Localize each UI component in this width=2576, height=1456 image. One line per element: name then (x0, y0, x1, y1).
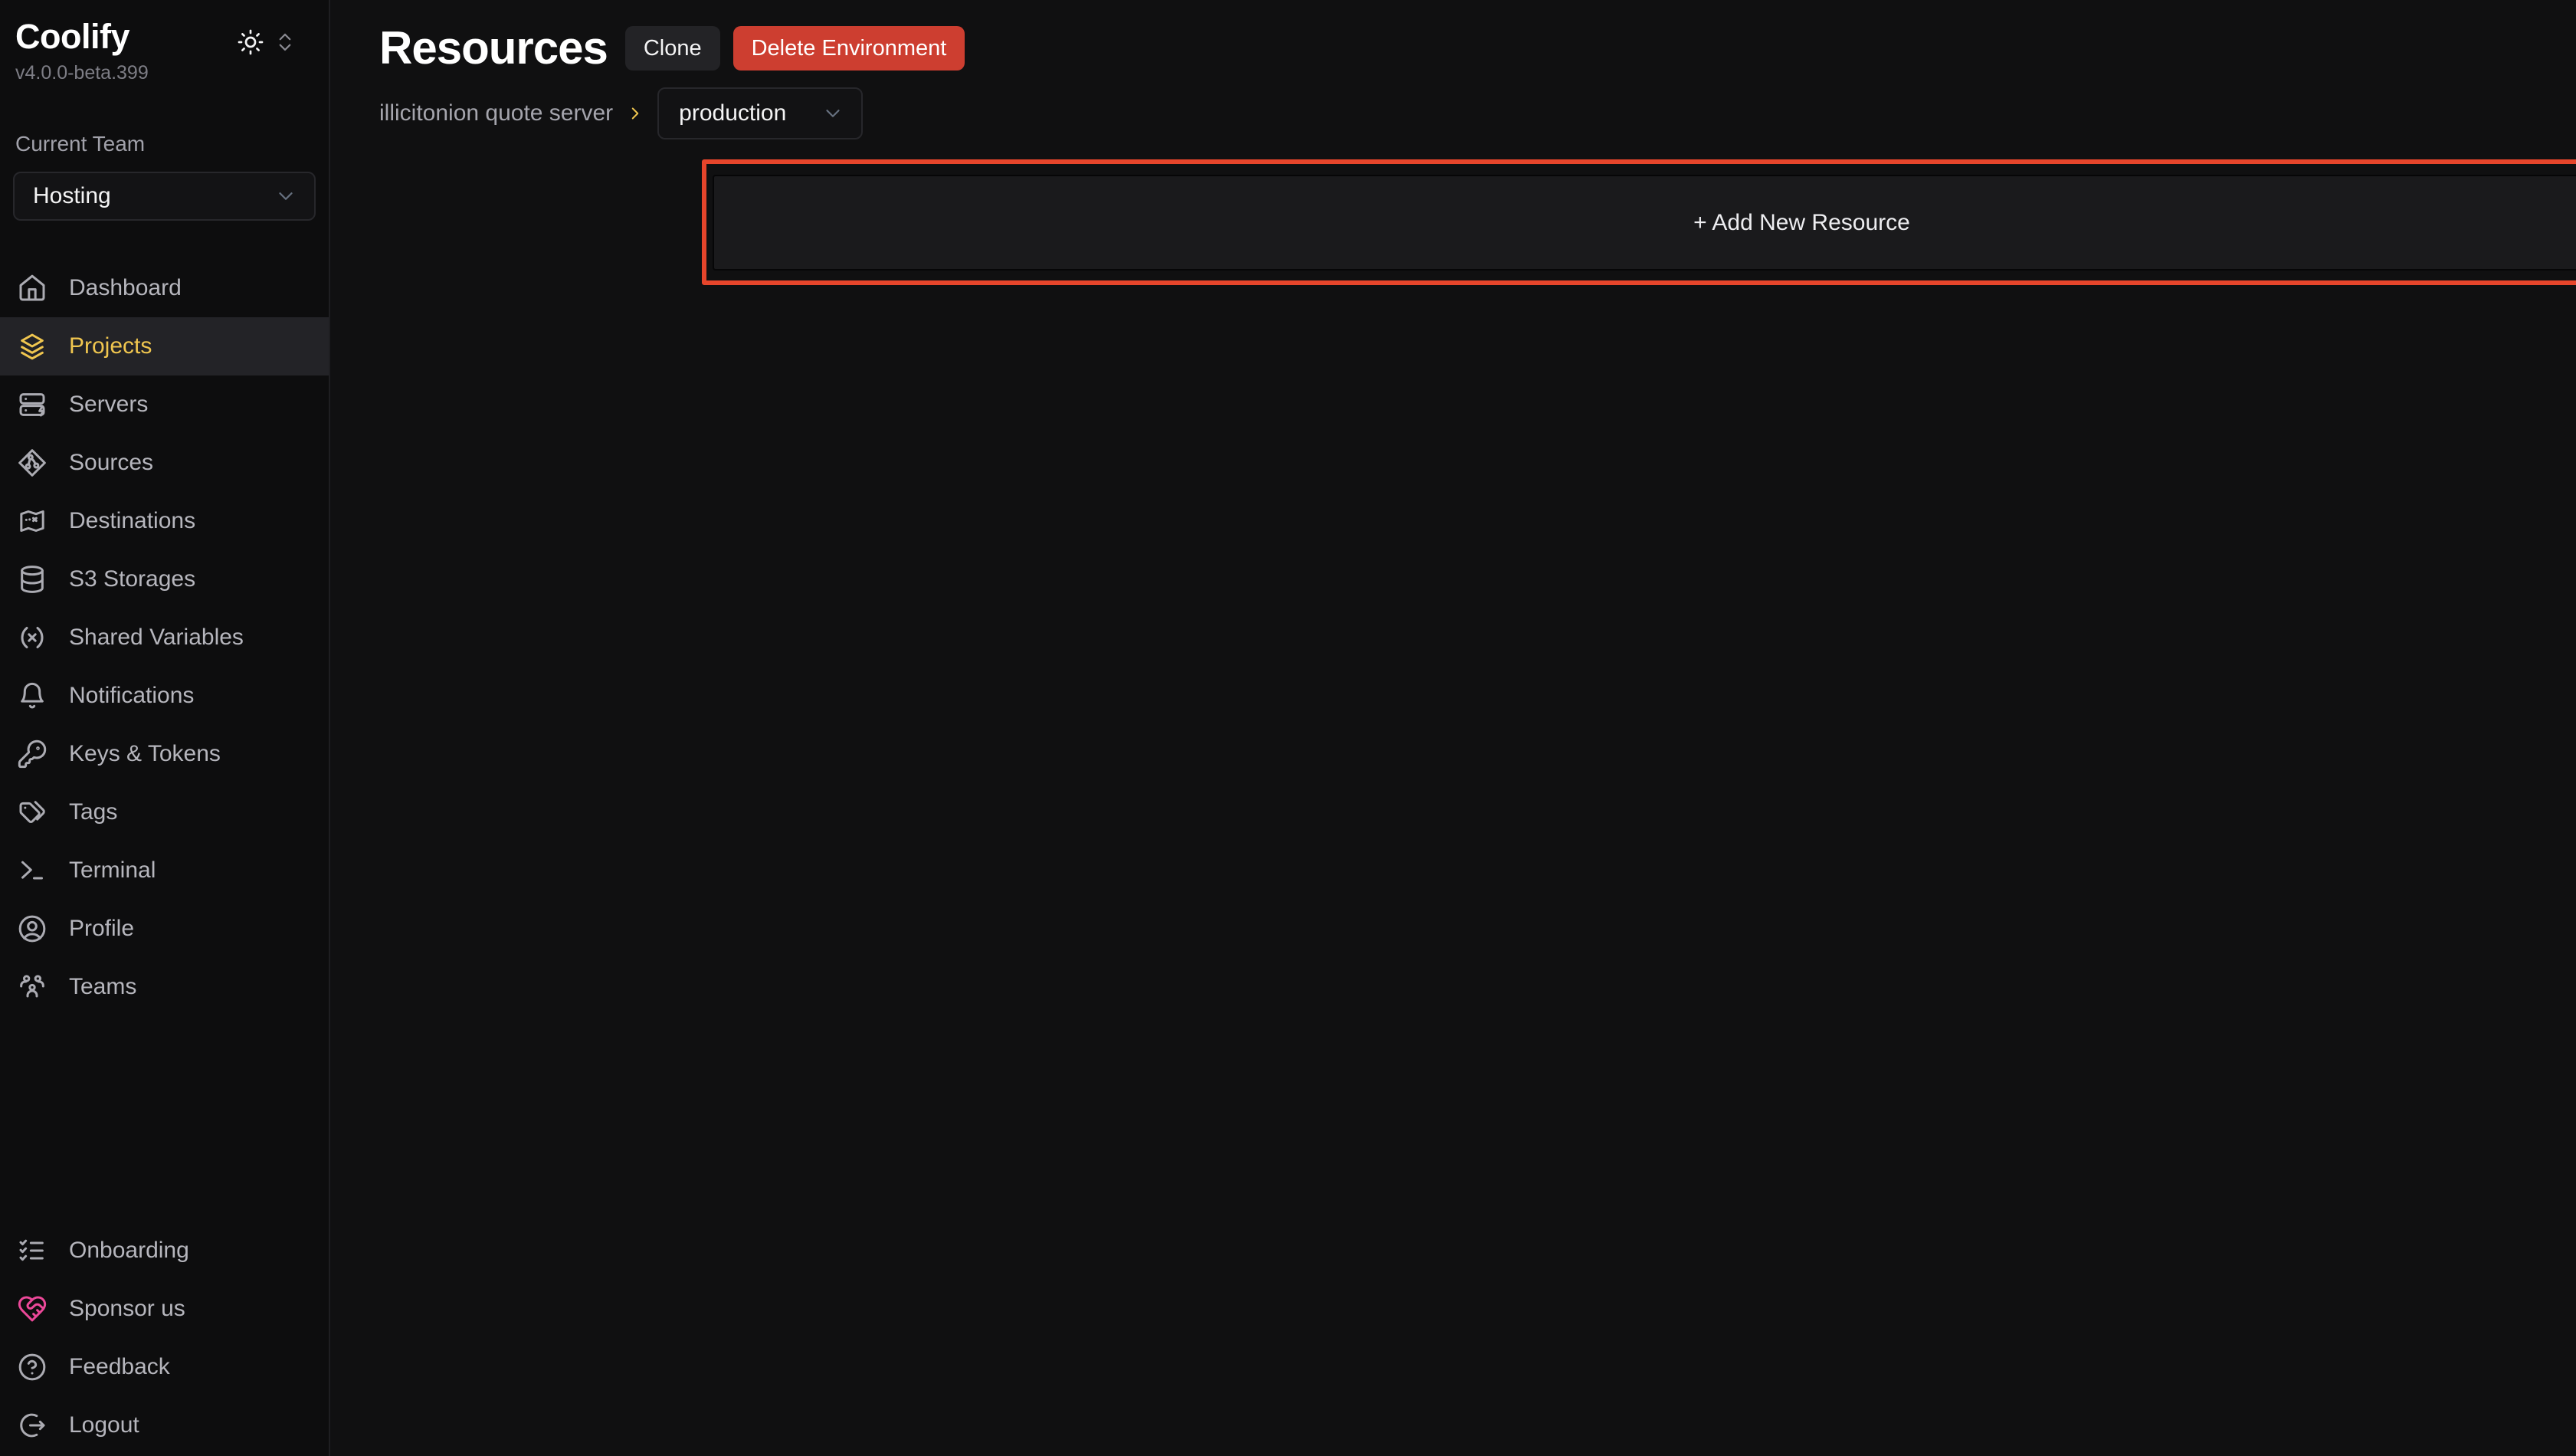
chevron-down-icon (274, 185, 297, 208)
database-icon (17, 564, 48, 595)
footer-item-sponsor-us[interactable]: Sponsor us (0, 1280, 329, 1338)
footer-item-label: Onboarding (69, 1238, 189, 1264)
sidebar-item-s3-storages[interactable]: S3 Storages (0, 550, 329, 608)
delete-environment-button[interactable]: Delete Environment (733, 26, 965, 71)
git-diamond-icon (17, 448, 48, 478)
sidebar: Coolify v4.0.0-beta.399 Current Team Hos… (0, 0, 330, 1456)
sidebar-item-label: Destinations (69, 508, 195, 534)
team-select-value: Hosting (33, 183, 111, 209)
current-team-label: Current Team (15, 132, 313, 156)
sidebar-item-label: Teams (69, 974, 136, 1000)
key-icon (17, 739, 48, 769)
list-checks-icon (17, 1235, 48, 1266)
footer-item-logout[interactable]: Logout (0, 1396, 329, 1454)
sidebar-item-label: Sources (69, 450, 153, 476)
sidebar-item-projects[interactable]: Projects (0, 317, 329, 375)
sidebar-header: Coolify v4.0.0-beta.399 (0, 0, 329, 84)
sidebar-item-label: Notifications (69, 683, 194, 709)
add-new-resource-button[interactable]: + Add New Resource (713, 175, 2576, 271)
sidebar-item-servers[interactable]: Servers (0, 375, 329, 434)
home-icon (17, 273, 48, 303)
heart-handshake-icon (17, 1294, 48, 1324)
environment-select[interactable]: production (657, 87, 863, 139)
sidebar-item-label: Terminal (69, 858, 156, 884)
logout-icon (17, 1410, 48, 1441)
sidebar-item-label: Profile (69, 916, 134, 942)
footer-item-onboarding[interactable]: Onboarding (0, 1222, 329, 1280)
sidebar-item-label: Projects (69, 333, 152, 359)
page-header: Resources Clone Delete Environment illic… (332, 0, 2576, 139)
map-icon (17, 506, 48, 536)
sidebar-item-label: Keys & Tokens (69, 741, 221, 767)
footer-item-feedback[interactable]: Feedback (0, 1338, 329, 1396)
sidebar-item-label: Tags (69, 799, 117, 825)
user-circle-icon (17, 913, 48, 944)
breadcrumb: illicitonion quote server production (379, 87, 2576, 139)
sidebar-item-shared-variables[interactable]: Shared Variables (0, 608, 329, 667)
page-title: Resources (379, 23, 608, 74)
sidebar-header-icons (237, 28, 297, 56)
sun-icon[interactable] (237, 28, 264, 56)
sidebar-item-dashboard[interactable]: Dashboard (0, 259, 329, 317)
sidebar-item-label: Dashboard (69, 275, 182, 301)
users-icon (17, 972, 48, 1002)
sidebar-item-terminal[interactable]: Terminal (0, 841, 329, 900)
help-circle-icon (17, 1352, 48, 1382)
main-content: Resources Clone Delete Environment illic… (332, 0, 2576, 1456)
title-row: Resources Clone Delete Environment (379, 23, 2576, 74)
sidebar-item-label: Servers (69, 392, 148, 418)
add-new-resource-label: + Add New Resource (1693, 210, 1910, 236)
sidebar-item-sources[interactable]: Sources (0, 434, 329, 492)
clone-button[interactable]: Clone (625, 26, 720, 71)
sidebar-footer-nav: Onboarding Sponsor us Feedback Logout (0, 1222, 329, 1456)
environment-select-value: production (679, 100, 786, 126)
sidebar-item-notifications[interactable]: Notifications (0, 667, 329, 725)
terminal-icon (17, 855, 48, 886)
breadcrumb-project-link[interactable]: illicitonion quote server (379, 100, 613, 126)
sidebar-item-tags[interactable]: Tags (0, 783, 329, 841)
footer-item-label: Logout (69, 1412, 139, 1438)
chevron-down-icon (821, 102, 844, 125)
chevrons-up-down-icon[interactable] (274, 31, 297, 54)
team-select[interactable]: Hosting (13, 172, 316, 221)
sidebar-item-destinations[interactable]: Destinations (0, 492, 329, 550)
footer-item-label: Feedback (69, 1354, 170, 1380)
chevron-right-icon (625, 103, 645, 123)
sidebar-item-teams[interactable]: Teams (0, 958, 329, 1016)
footer-item-label: Sponsor us (69, 1296, 185, 1322)
sidebar-item-label: S3 Storages (69, 566, 195, 592)
sidebar-item-label: Shared Variables (69, 625, 244, 651)
sidebar-item-keys-tokens[interactable]: Keys & Tokens (0, 725, 329, 783)
server-icon (17, 389, 48, 420)
bell-icon (17, 680, 48, 711)
variable-icon (17, 622, 48, 653)
sidebar-item-profile[interactable]: Profile (0, 900, 329, 958)
tags-icon (17, 797, 48, 828)
layers-icon (17, 331, 48, 362)
app-version: v4.0.0-beta.399 (15, 61, 313, 84)
sidebar-nav: Dashboard Projects Servers Sources Desti… (0, 259, 329, 1016)
